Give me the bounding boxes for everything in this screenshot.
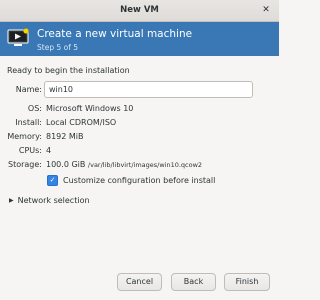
os-label: OS: [27,104,42,113]
ready-text: Ready to begin the installation [7,66,130,75]
os-value: Microsoft Windows 10 [46,104,134,113]
customize-checkbox-row[interactable]: ✓ Customize configuration before install [47,175,215,186]
storage-path: /var/lib/libvirt/images/win10.qcow2 [87,161,203,169]
window-title: New VM [120,5,159,15]
title-bar[interactable]: New VM ✕ [0,0,279,22]
cpus-value: 4 [46,146,52,155]
back-button[interactable]: Back [171,273,216,291]
name-label: Name: [15,85,42,94]
install-label: Install: [15,118,42,127]
header-banner: Create a new virtual machine Step 5 of 5 [0,22,279,56]
finish-button[interactable]: Finish [224,273,270,291]
customize-label[interactable]: Customize configuration before install [63,176,215,185]
cancel-button[interactable]: Cancel [117,273,162,291]
new-vm-dialog: New VM ✕ Create a new virtual machine St… [0,0,279,300]
storage-value: 100.0 GiB /var/lib/libvirt/images/win10.… [46,160,202,169]
network-selection-expander[interactable]: ▶ Network selection [9,196,90,205]
header-step: Step 5 of 5 [37,43,79,52]
monitor-play-icon [7,28,29,46]
close-icon[interactable]: ✕ [260,4,272,16]
memory-label: Memory: [7,132,42,141]
storage-label: Storage: [8,160,42,169]
install-value: Local CDROM/ISO [46,118,117,127]
customize-checkbox[interactable]: ✓ [47,175,58,186]
expander-arrow-icon[interactable]: ▶ [9,197,14,204]
storage-size: 100.0 GiB [46,160,86,169]
header-title: Create a new virtual machine [37,28,193,40]
network-selection-label[interactable]: Network selection [18,196,90,205]
cpus-label: CPUs: [18,146,42,155]
name-input[interactable] [44,81,253,98]
memory-value: 8192 MiB [46,132,84,141]
